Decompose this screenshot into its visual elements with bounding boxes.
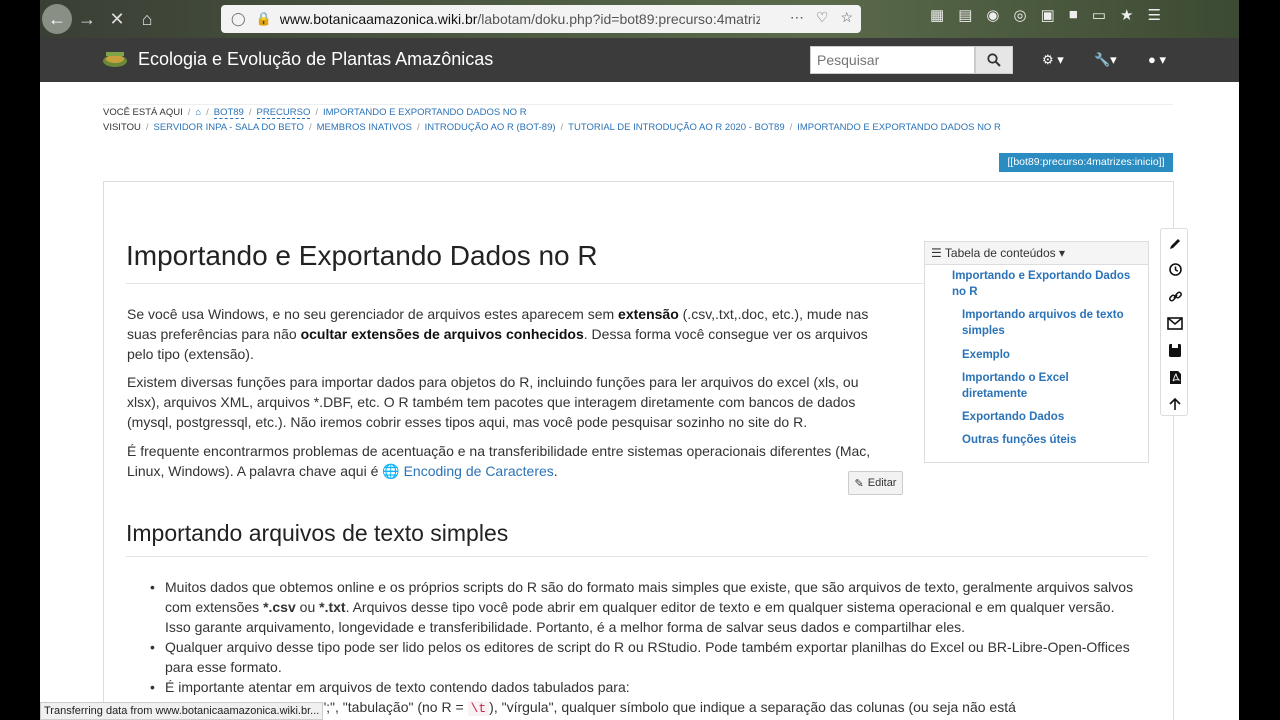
- toc-item[interactable]: Importando o Excel diretamente: [962, 370, 1092, 402]
- page-id-badge[interactable]: [[bot89:precurso:4matrizes:inicio]]: [999, 153, 1173, 172]
- toc-item[interactable]: Importando arquivos de texto simples: [962, 307, 1132, 339]
- status-bar: Transferring data from www.botanicaamazo…: [40, 702, 324, 720]
- breadcrumb-trail: Você está aqui / ⌂ / bot89/precurso / Importan…: [103, 104, 1173, 120]
- breadcrumb-visited: Visitou / SERVIDOR INPA - SALA DO BETO / Mem…: [103, 122, 1001, 133]
- section-divider: [126, 556, 1148, 557]
- home-icon[interactable]: ⌂: [195, 107, 201, 118]
- breadcrumb: Você está aqui / ⌂ / bot89/precurso / Importan…: [103, 104, 1173, 136]
- forward-icon[interactable]: →: [72, 4, 102, 34]
- site-logo[interactable]: [102, 50, 128, 68]
- translate-icon[interactable]: ★: [1120, 6, 1133, 24]
- section-heading: Importando arquivos de texto simples: [126, 520, 509, 546]
- list-icon: ☰: [931, 246, 942, 260]
- url-text[interactable]: www.botanicaamazonica.wiki.br/labotam/do…: [280, 11, 760, 27]
- user-icon[interactable]: ● ▾: [1148, 52, 1166, 68]
- visited-link[interactable]: Tutorial de Introdução ao R 2020 - BOT89: [568, 122, 784, 133]
- bullet-list: Muitos dados que obtemos online e os pró…: [150, 577, 1140, 719]
- container-icon[interactable]: ▣: [1041, 6, 1055, 24]
- shield-icon[interactable]: ◯: [231, 11, 246, 27]
- encoding-paragraph: É frequente encontrarmos problemas de ac…: [127, 443, 871, 479]
- page-title: Importando e Exportando Dados no R: [126, 240, 598, 271]
- encoding-link[interactable]: Encoding de Caracteres: [404, 463, 554, 479]
- visited-link[interactable]: SERVIDOR INPA - SALA DO BETO: [153, 122, 303, 133]
- tampermonkey-icon[interactable]: ▭: [1092, 6, 1106, 24]
- pocket-icon[interactable]: ♡: [816, 9, 829, 26]
- browser-extensions: ▦ ▤ ◉ ◎ ▣ ■ ▭ ★ ☰: [930, 6, 1161, 24]
- wrench-icon[interactable]: 🔧▾: [1094, 52, 1117, 68]
- back-icon[interactable]: ←: [42, 4, 72, 34]
- link-icon[interactable]: [1161, 285, 1189, 307]
- save-icon[interactable]: [1161, 339, 1189, 361]
- list-item: Qualquer arquivo desse tipo pode ser lid…: [150, 637, 1140, 677]
- toc-item[interactable]: Outras funções úteis: [962, 432, 1132, 448]
- library-icon[interactable]: ▦: [930, 6, 944, 24]
- mail-icon[interactable]: [1161, 312, 1189, 334]
- home-icon[interactable]: ⌂: [132, 4, 162, 34]
- reader-icon[interactable]: ▤: [958, 6, 972, 24]
- search-button[interactable]: [975, 46, 1013, 74]
- ellipsis-icon[interactable]: ⋯: [790, 9, 804, 26]
- search-input[interactable]: [810, 46, 975, 74]
- screenshot-icon[interactable]: ■: [1069, 6, 1078, 24]
- insecure-lock-icon[interactable]: 🔒: [256, 11, 272, 27]
- globe-icon: 🌐: [382, 463, 400, 479]
- arrow-up-icon[interactable]: [1161, 393, 1189, 415]
- gear-icon[interactable]: ⚙ ▾: [1042, 52, 1064, 68]
- toc-item[interactable]: Exportando Dados: [962, 409, 1132, 425]
- list-item: É importante atentar em arquivos de text…: [150, 677, 1140, 697]
- toc-item[interactable]: Exemplo: [962, 347, 1132, 363]
- history-icon[interactable]: [1161, 258, 1189, 280]
- address-bar[interactable]: ◯ 🔒 www.botanicaamazonica.wiki.br/labota…: [221, 5, 861, 33]
- edit-button[interactable]: ✎ Editar: [848, 471, 903, 495]
- functions-paragraph: Existem diversas funções para importar d…: [127, 374, 859, 430]
- visited-link[interactable]: Membros inativos: [317, 122, 412, 133]
- visited-link[interactable]: Introdução ao R (BOT-89): [425, 122, 556, 133]
- pdf-icon[interactable]: [1161, 366, 1189, 388]
- visited-label: Visitou: [103, 122, 141, 133]
- stop-icon[interactable]: ✕: [102, 4, 132, 34]
- browser-window: ← → ✕ ⌂ ◯ 🔒 www.botanicaamazonica.wiki.b…: [40, 0, 1239, 720]
- crumb-bot89[interactable]: bot89: [213, 107, 244, 119]
- crumb-precurso[interactable]: precurso: [256, 107, 311, 119]
- trail-label: Você está aqui: [103, 107, 183, 118]
- crumb-current[interactable]: Importando e Exportando Dados no R: [323, 107, 527, 118]
- toc-toggle[interactable]: ☰ Tabela de conteúdos ▾: [925, 242, 1148, 265]
- site-title[interactable]: Ecologia e Evolução de Plantas Amazônica…: [138, 49, 493, 70]
- search-icon: [987, 53, 1001, 67]
- visited-link[interactable]: Importando e Exportando Dados no R: [797, 122, 1001, 133]
- sync-icon[interactable]: ◎: [1013, 6, 1026, 24]
- star-icon[interactable]: ☆: [840, 9, 853, 26]
- toc-item[interactable]: Importando e Exportando Dados no R: [952, 268, 1142, 300]
- site-header: Ecologia e Evolução de Plantas Amazônica…: [40, 38, 1239, 82]
- page-tools: [1160, 228, 1188, 416]
- pencil-icon[interactable]: [1161, 232, 1189, 254]
- list-item: Muitos dados que obtemos online e os pró…: [150, 577, 1140, 637]
- intro-paragraph: Se você usa Windows, e no seu gerenciado…: [127, 306, 869, 362]
- browser-toolbar: ← → ✕ ⌂ ◯ 🔒 www.botanicaamazonica.wiki.b…: [40, 0, 1239, 38]
- extension-icon[interactable]: ◉: [986, 6, 999, 24]
- menu-icon[interactable]: ☰: [1147, 6, 1160, 24]
- pencil-icon: ✎: [854, 477, 864, 490]
